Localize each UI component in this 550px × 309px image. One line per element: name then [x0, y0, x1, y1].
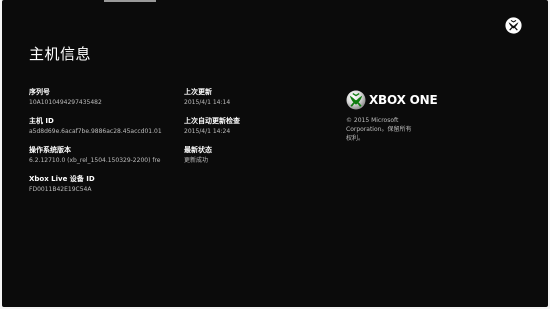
field-os-version: 操作系统版本 6.2.12710.0 (xb_rel_1504.150329-2…	[29, 146, 160, 165]
field-label: 主机 ID	[29, 117, 54, 125]
xbox-one-wordmark: XBOX ONE	[369, 93, 438, 107]
xbox-sphere-icon	[346, 90, 366, 110]
field-value: 更新成功	[184, 157, 209, 164]
field-xbox-live-device-id: Xbox Live 设备 ID FD0011B42E19C54A	[29, 175, 95, 194]
xbox-guide-button-icon	[505, 17, 522, 34]
field-serial-number: 序列号 10A1010494297435482	[29, 88, 102, 107]
xbox-one-brand: XBOX ONE © 2015 Microsoft Corporation。保留…	[346, 90, 466, 143]
field-value: 2015/4/1 14:24	[184, 128, 231, 135]
field-value: 10A1010494297435482	[29, 99, 102, 106]
field-label: Xbox Live 设备 ID	[29, 175, 95, 183]
field-value: 2015/4/1 14:14	[184, 99, 231, 106]
field-last-update: 上次更新 2015/4/1 14:14	[184, 88, 230, 107]
field-value: FD0011B42E19C54A	[29, 186, 92, 193]
top-accent-bar	[104, 0, 156, 2]
page-title: 主机信息	[29, 45, 92, 63]
field-last-auto-update-check: 上次自动更新检查 2015/4/1 14:24	[184, 117, 240, 136]
field-label: 操作系统版本	[29, 146, 71, 154]
field-label: 上次自动更新检查	[184, 117, 240, 125]
field-value: a5d8d69e.6acaf7be.9886ac28.45accd01.01	[29, 128, 162, 135]
field-label: 最新状态	[184, 146, 212, 154]
field-label: 上次更新	[184, 88, 212, 96]
console-info-screen: 主机信息 序列号 10A1010494297435482 主机 ID a5d8d…	[2, 0, 548, 307]
field-console-id: 主机 ID a5d8d69e.6acaf7be.9886ac28.45accd0…	[29, 117, 162, 136]
xbox-guide-button[interactable]	[505, 17, 522, 34]
xbox-one-logo: XBOX ONE	[346, 90, 466, 110]
field-label: 序列号	[29, 88, 50, 96]
copyright-text: © 2015 Microsoft Corporation。保留所有权利。	[346, 117, 412, 142]
field-value: 6.2.12710.0 (xb_rel_1504.150329-2200) fr…	[29, 157, 161, 164]
field-latest-status: 最新状态 更新成功	[184, 146, 212, 165]
